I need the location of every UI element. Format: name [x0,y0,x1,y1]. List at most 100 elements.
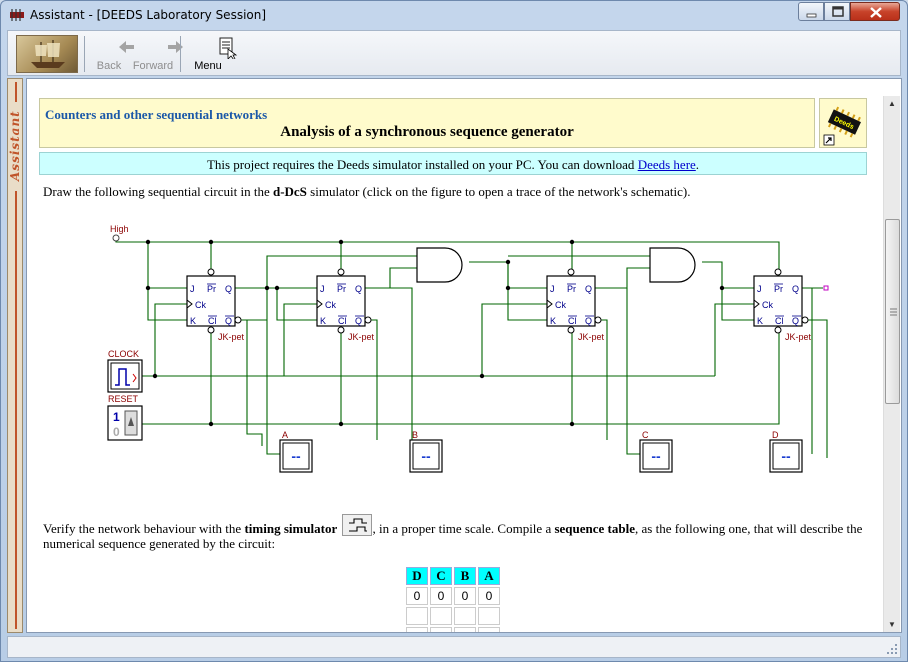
ff-pin-j: J [757,284,762,294]
menu-button[interactable]: Menu [189,34,238,74]
notice-end: . [695,157,700,172]
intro-bold: d-DcS [272,184,307,199]
page-header: Counters and other sequential networks A… [39,98,815,148]
ff-pin-q: Q [585,284,592,294]
side-rule [15,191,17,629]
resize-grip-icon[interactable] [886,643,898,655]
ff-name-label: JK-pet [578,332,605,342]
ff-pin-cl: Cl [338,316,347,326]
close-icon [870,7,882,18]
table-cell [430,627,452,632]
output-displays: A--B--C--D-- [279,430,803,473]
scroll-up-arrow-icon[interactable]: ▲ [888,99,896,108]
table-cell: 0 [406,587,428,605]
app-window: Assistant - [DEEDS Laboratory Session] B… [0,0,908,662]
table-cell [406,607,428,625]
intro-paragraph: Draw the following sequential circuit in… [43,184,690,199]
verify-pre: Verify the network behaviour with the [43,521,245,536]
ff-pin-q: Q [355,284,362,294]
back-button[interactable]: Back [92,34,134,74]
reset-one: 1 [113,410,120,424]
verify-mid: , in a proper time scale. Compile a [372,521,555,536]
and-gate-1 [416,247,463,283]
maximize-button[interactable] [824,2,850,21]
table-cell: 0 [454,587,476,605]
notice-text: This project requires the Deeds simulato… [206,157,638,172]
grip-icon [890,308,897,316]
toolbar: Back Forward Menu [7,30,901,76]
minimize-icon [806,13,817,18]
reset-zero: 0 [113,425,120,439]
back-label: Back [96,60,122,72]
ff-pin-cl: Cl [568,316,577,326]
ff-pin-ck: Ck [555,300,566,310]
status-bar [7,636,901,658]
table-row [406,607,500,625]
ff-pin-qn: Q [355,316,362,326]
content-area: Counters and other sequential networks A… [26,78,902,633]
ff-pin-ck: Ck [325,300,336,310]
display-value: -- [291,448,301,464]
ff-pin-ck: Ck [762,300,773,310]
ff-pin-k: K [320,316,326,326]
jk-flip-flop-3: J Pr Q Ck K Cl Q JK-pet [546,268,605,342]
output-display-c: C-- [639,430,673,473]
display-value: -- [651,448,661,464]
page-title: Analysis of a synchronous sequence gener… [280,124,574,140]
intro-pre: Draw the following sequential circuit in… [43,184,273,199]
output-display-a: A-- [279,430,313,473]
scroll-thumb[interactable] [885,219,900,404]
display-value: -- [781,448,791,464]
table-row [406,627,500,632]
reset-switch[interactable]: RESET 1 0 [107,394,143,441]
toolbar-separator [180,36,181,72]
table-header-cell: C [430,567,452,585]
flip-flops: J Pr QCkK Cl QJK-petJ Pr QCkK Cl QJK-petJ Pr QCkK C… [186,268,812,342]
reset-label: RESET [108,394,139,404]
ff-pin-q: Q [792,284,799,294]
ff-pin-pr: Pr [774,284,783,294]
timing-icon [348,518,367,532]
vertical-scrollbar[interactable]: ▲ ▼ [883,96,900,632]
assistant-side-panel[interactable]: Assistant [7,78,23,633]
ff-pin-j: J [550,284,555,294]
output-display-d: D-- [769,430,803,473]
verify-bold-table: sequence table [554,521,635,536]
ff-pin-pr: Pr [207,284,216,294]
menu-label: Menu [194,60,222,72]
table-cell [430,607,452,625]
ff-pin-pr: Pr [567,284,576,294]
deeds-chip-button[interactable]: Deeds [819,98,867,148]
display-label: A [282,430,288,440]
circuit-schematic[interactable]: High CLOCK RESET 1 0 J Pr QCkK Cl QJK-pe… [67,214,837,474]
close-button[interactable] [850,2,900,21]
verify-paragraph: Verify the network behaviour with the ti… [43,514,873,551]
sequence-table: DCBA 0000 [404,565,502,632]
forward-label: Forward [132,60,174,72]
display-label: B [412,430,418,440]
timing-simulator-button[interactable] [341,514,372,536]
ff-pin-cl: Cl [775,316,784,326]
ff-pin-ck: Ck [195,300,206,310]
deeds-download-link[interactable]: Deeds here [638,157,696,172]
ff-pin-pr: Pr [337,284,346,294]
display-value: -- [421,448,431,464]
ff-pin-q: Q [225,284,232,294]
table-cell [478,627,500,632]
toolbar-separator [84,36,85,72]
scroll-down-arrow-icon[interactable]: ▼ [888,620,896,629]
and-gate-2 [649,247,696,283]
minimize-button[interactable] [798,2,824,21]
download-notice: This project requires the Deeds simulato… [39,152,867,175]
table-cell [454,607,476,625]
chip-icon: Deeds [823,106,861,146]
maximize-icon [832,6,844,17]
wires [115,240,828,458]
clock-source[interactable]: CLOCK [107,349,143,393]
forward-button[interactable]: Forward [130,34,183,74]
display-label: D [772,430,779,440]
menu-document-icon [219,37,238,59]
jk-flip-flop-2: J Pr Q Ck K Cl Q JK-pet [316,268,375,342]
table-cell [406,627,428,632]
ff-name-label: JK-pet [348,332,375,342]
